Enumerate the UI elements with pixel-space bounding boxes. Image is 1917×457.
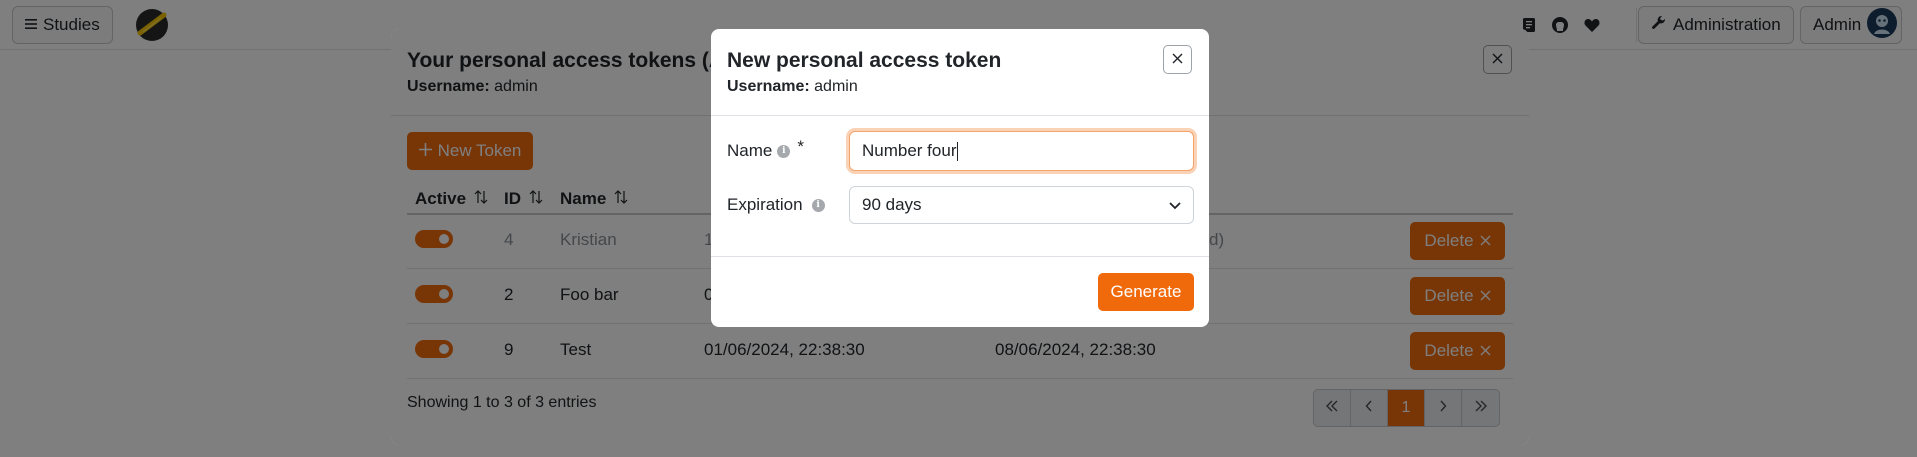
new-token-modal: New personal access token Username: admi… xyxy=(711,29,1209,327)
username-value: admin xyxy=(814,78,858,95)
expiration-select[interactable]: 90 days xyxy=(849,186,1194,224)
token-name-value: Number four xyxy=(862,141,957,160)
name-label-text: Name xyxy=(727,141,773,160)
new-token-modal-footer-divider xyxy=(711,256,1209,257)
new-token-modal-header-divider xyxy=(711,115,1209,116)
expiration-value: 90 days xyxy=(862,195,922,214)
close-icon xyxy=(1172,51,1183,69)
chevron-down-icon xyxy=(1169,195,1181,215)
new-token-modal-close-button[interactable] xyxy=(1163,45,1192,74)
info-icon[interactable]: i xyxy=(811,198,825,212)
info-icon[interactable]: i xyxy=(777,144,791,158)
name-field-label: Name i * xyxy=(727,137,804,161)
expiration-label-text: Expiration xyxy=(727,195,803,214)
text-caret xyxy=(957,141,959,161)
generate-label: Generate xyxy=(1110,282,1182,301)
new-token-modal-username: Username: admin xyxy=(727,78,858,96)
token-name-input[interactable]: Number four xyxy=(849,131,1194,171)
expiration-field-label: Expiration i xyxy=(727,195,825,215)
generate-button[interactable]: Generate xyxy=(1098,273,1194,311)
required-marker: * xyxy=(797,137,804,156)
username-label: Username: xyxy=(727,78,810,95)
new-token-modal-title: New personal access token xyxy=(727,49,1002,72)
